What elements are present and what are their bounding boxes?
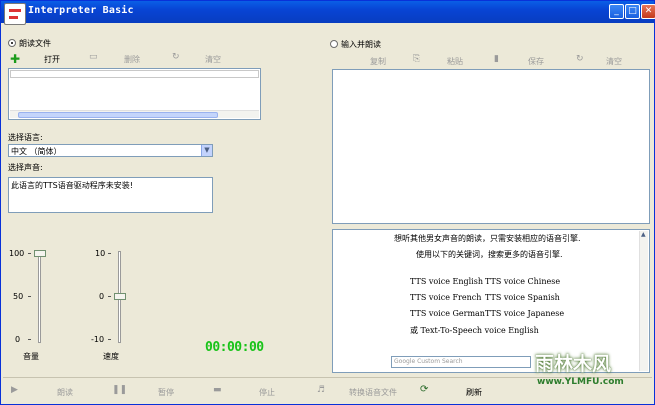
speed-tick-minus10: -10	[91, 335, 105, 344]
paste-icon[interactable]: ⎘	[413, 54, 420, 64]
elapsed-timer: 00:00:00	[205, 340, 264, 355]
volume-tick-100: 100	[9, 249, 25, 258]
file-list-item[interactable]	[10, 70, 259, 78]
clear-icon[interactable]: ↻	[576, 54, 584, 64]
play-icon[interactable]: ▶	[11, 385, 18, 395]
convert-audio-button[interactable]: 转换语音文件	[349, 387, 397, 398]
volume-label: 音量	[23, 352, 39, 361]
stop-icon[interactable]: ▬	[213, 385, 222, 395]
language-select[interactable]: 中文 （简体） ▼	[8, 144, 213, 157]
keyword-spanish: TTS voice Spanish	[485, 293, 560, 302]
scroll-up-icon[interactable]: ▲	[641, 231, 646, 238]
language-label: 选择语言:	[8, 133, 43, 142]
copy-button[interactable]: 复制	[370, 56, 386, 67]
add-icon[interactable]: ✚	[10, 52, 20, 66]
clear-icon[interactable]: ↻	[172, 52, 180, 62]
clear-text-button[interactable]: 清空	[606, 56, 622, 67]
pause-button[interactable]: 暂停	[158, 387, 174, 398]
speed-slider-thumb[interactable]	[114, 293, 126, 300]
volume-slider-track[interactable]	[38, 251, 41, 343]
text-input-area[interactable]	[332, 69, 650, 224]
voice-label: 选择声音:	[8, 163, 43, 172]
minimize-button[interactable]: _	[609, 4, 624, 19]
language-value: 中文 （简体）	[11, 147, 62, 156]
watermark-brand: 雨林木风	[535, 353, 612, 375]
title-bar[interactable]: Interpreter Basic _ □ ✕	[1, 1, 655, 25]
stop-button[interactable]: 停止	[259, 387, 275, 398]
volume-tick-50: 50	[13, 292, 24, 301]
help-line-2: 使用以下的关键词，搜索更多的语音引擎.	[416, 250, 563, 259]
chevron-down-icon[interactable]: ▼	[201, 145, 212, 156]
open-button[interactable]: 打开	[44, 54, 60, 65]
keyword-german: TTS voice German	[410, 309, 485, 318]
refresh-button[interactable]: 刷新	[466, 387, 482, 398]
save-button[interactable]: 保存	[528, 56, 544, 67]
keyword-tts-english: 或 Text-To-Speech voice English	[410, 326, 539, 335]
file-list[interactable]	[8, 68, 261, 120]
speed-tick-10: 10	[95, 249, 106, 258]
window-title: Interpreter Basic	[28, 5, 134, 16]
speed-tick-0: 0	[99, 292, 105, 301]
input-read-label: 输入并朗读	[341, 40, 381, 49]
app-icon	[4, 3, 26, 25]
keyword-french: TTS voice French	[410, 293, 482, 302]
volume-tick-0: 0	[15, 335, 21, 344]
watermark-url: www.YLMFU.com	[537, 377, 624, 387]
voice-message: 此语言的TTS语音驱动程序未安装!	[11, 181, 133, 190]
convert-icon[interactable]: ♬	[317, 385, 325, 395]
voice-list[interactable]: 此语言的TTS语音驱动程序未安装!	[8, 177, 213, 213]
app-window: Interpreter Basic _ □ ✕ 朗读文件 ✚ 打开 ▭ 删除 ↻…	[0, 0, 655, 405]
pause-icon[interactable]: ❚❚	[112, 385, 127, 395]
maximize-button[interactable]: □	[625, 4, 640, 19]
close-button[interactable]: ✕	[641, 4, 655, 19]
read-file-label: 朗读文件	[19, 39, 51, 48]
clear-button[interactable]: 清空	[205, 54, 221, 65]
google-search-input[interactable]: Google Custom Search	[391, 356, 531, 368]
paste-button[interactable]: 粘贴	[447, 56, 463, 67]
watermark-logo: 雨林木风 www.YLMFU.com	[529, 347, 649, 401]
save-icon[interactable]: ▮	[494, 54, 499, 64]
delete-icon[interactable]: ▭	[89, 52, 98, 62]
search-placeholder: Google Custom Search	[394, 358, 463, 365]
delete-button[interactable]: 删除	[124, 54, 140, 65]
refresh-icon[interactable]: ⟳	[420, 384, 428, 395]
keyword-chinese: TTS voice Chinese	[485, 277, 561, 286]
read-button[interactable]: 朗读	[57, 387, 73, 398]
keyword-japanese: TTS voice Japanese	[485, 309, 565, 318]
help-line-1: 想听其他男女声音的朗读，只需安装相应的语音引擎.	[394, 234, 581, 243]
input-read-radio[interactable]	[330, 40, 338, 48]
keyword-english: TTS voice English	[410, 277, 483, 286]
speed-label: 速度	[103, 352, 119, 361]
file-list-scrollbar[interactable]	[10, 110, 259, 118]
read-file-radio[interactable]	[8, 39, 16, 47]
volume-slider-thumb[interactable]	[34, 250, 46, 257]
